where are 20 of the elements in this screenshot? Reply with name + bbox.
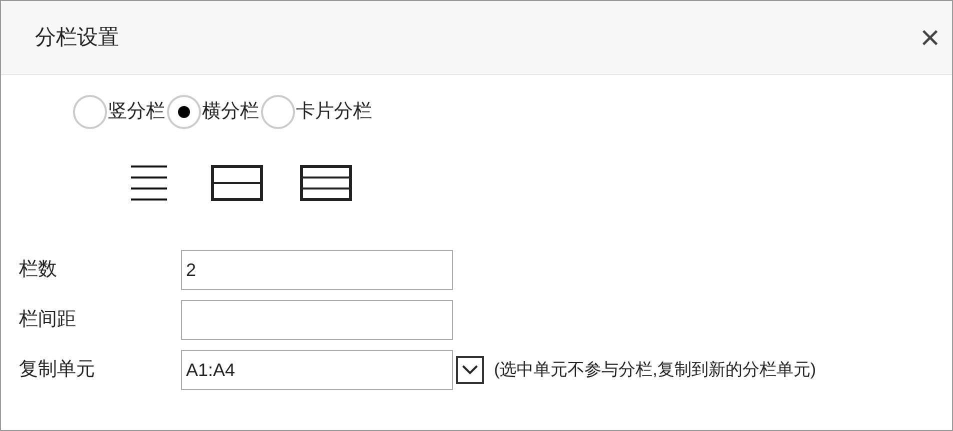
input-field[interactable]: 2 — [181, 250, 453, 290]
two-rows-layout-icon[interactable] — [211, 165, 263, 201]
close-button[interactable]: × — [916, 20, 944, 54]
field-label: 栏间距 — [19, 308, 77, 332]
chevron-down-icon — [462, 365, 478, 375]
radio-option[interactable]: 竖分栏 — [73, 95, 165, 129]
input-field[interactable]: A1:A4 — [181, 350, 453, 390]
dropdown-button[interactable] — [456, 356, 484, 384]
dialog-title: 分栏设置 — [35, 24, 119, 51]
field-label: 复制单元 — [19, 358, 96, 382]
field-label: 栏数 — [19, 258, 58, 282]
radio-option[interactable]: 卡片分栏 — [261, 95, 372, 129]
field-note: (选中单元不参与分栏,复制到新的分栏单元) — [494, 359, 816, 382]
three-rows-layout-icon[interactable] — [300, 165, 352, 201]
input-field[interactable] — [181, 300, 453, 340]
radio-option[interactable]: 横分栏 — [167, 95, 259, 129]
radio-button[interactable] — [73, 95, 107, 129]
radio-button[interactable] — [167, 95, 201, 129]
radio-button[interactable] — [261, 95, 295, 129]
lines-layout-icon[interactable] — [131, 165, 167, 201]
